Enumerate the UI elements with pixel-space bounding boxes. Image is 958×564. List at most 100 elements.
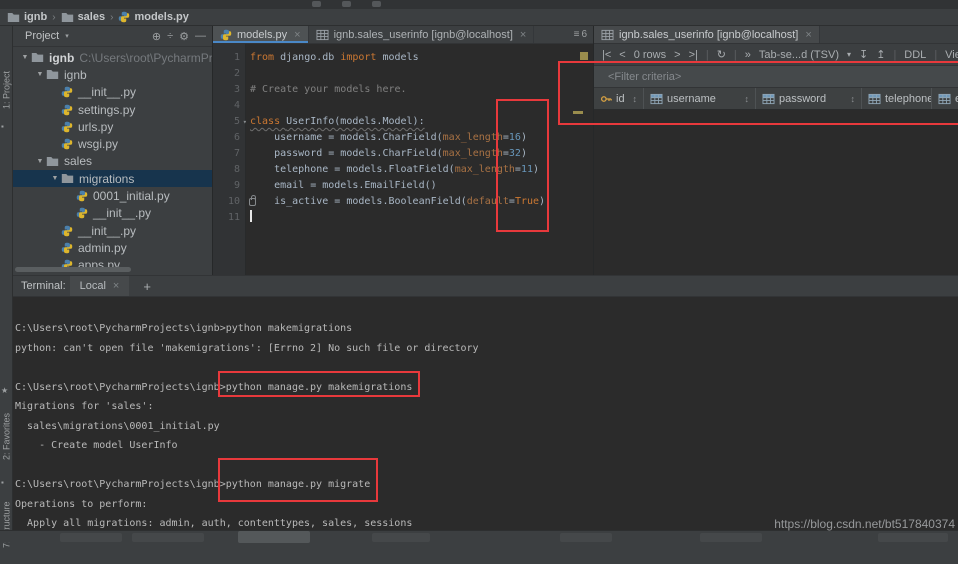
breadcrumb-item-models.py[interactable]: models.py (118, 11, 188, 23)
toolwindow-structure-button[interactable]: 7: Structure (0, 486, 13, 564)
code-line-9[interactable]: 9 email = models.EmailField() (213, 178, 593, 194)
tree-item-urls.py[interactable]: urls.py (13, 118, 212, 135)
collapse-all-icon[interactable]: ÷ (167, 30, 173, 42)
export-data-icon[interactable]: ↥ (876, 48, 885, 61)
tree-item-__init__.py[interactable]: __init__.py (13, 84, 212, 101)
folder-icon (61, 12, 74, 23)
sort-icon[interactable]: ↕ (851, 94, 856, 104)
toolwindow-button[interactable] (560, 533, 612, 542)
code-text: password = models.CharField(max_length=3… (246, 146, 527, 162)
python-file-icon (61, 86, 73, 98)
toolbar-blob (342, 1, 351, 7)
editor-tab-label: models.py (237, 29, 287, 41)
export-format-select[interactable]: Tab-se...d (TSV) (759, 49, 839, 61)
db-column-id[interactable]: id↕ (594, 88, 644, 109)
tree-expand-arrow-icon[interactable]: ▼ (19, 54, 31, 61)
tree-item-ignb[interactable]: ▼ ignb (13, 66, 212, 83)
inspection-indicator-icon[interactable] (580, 52, 588, 60)
code-line-1[interactable]: 1from django.db import models (213, 50, 593, 66)
terminal-output[interactable]: C:\Users\root\PycharmProjects\ignb>pytho… (13, 297, 958, 530)
terminal-tab-local[interactable]: Local × (70, 276, 130, 296)
tree-expand-arrow-icon[interactable]: ▼ (34, 158, 46, 165)
tree-item-0001_initial.py[interactable]: 0001_initial.py (13, 187, 212, 204)
code-line-8[interactable]: 8 telephone = models.FloatField(max_leng… (213, 162, 593, 178)
db-column-username[interactable]: username↕ (644, 88, 756, 109)
close-icon[interactable]: × (520, 29, 526, 41)
python-file-icon (61, 242, 73, 254)
tree-item-__init__.py[interactable]: __init__.py (13, 205, 212, 222)
close-icon[interactable]: × (113, 280, 119, 292)
toolwindow-button[interactable] (60, 533, 122, 542)
code-line-11[interactable]: 11 (213, 210, 593, 226)
editor-tab-db[interactable]: ignb.sales_userinfo [ignb@localhost]× (309, 26, 535, 43)
tree-item-ignb[interactable]: ▼ignbC:\Users\root\PycharmProjec (13, 49, 212, 66)
tree-item-__init__.py[interactable]: __init__.py (13, 222, 212, 239)
terminal-label: Terminal: (21, 280, 66, 292)
sort-icon[interactable]: ↕ (745, 94, 750, 104)
more-actions-icon[interactable]: » (745, 49, 751, 61)
terminal-line: Operations to perform: (15, 495, 958, 515)
tree-item-admin.py[interactable]: admin.py (13, 239, 212, 256)
column-icon (650, 93, 663, 105)
db-tab-sales-userinfo[interactable]: ignb.sales_userinfo [ignb@localhost]× (594, 26, 820, 43)
tree-item-wsgi.py[interactable]: wsgi.py (13, 135, 212, 152)
ddl-button[interactable]: DDL (904, 49, 926, 61)
code-area[interactable]: 1from django.db import models23# Create … (213, 44, 593, 275)
breadcrumb-item-ignb[interactable]: ignb (7, 11, 47, 23)
close-icon[interactable]: × (805, 29, 811, 41)
toolwindow-button[interactable] (372, 533, 430, 542)
code-line-5[interactable]: 5▾class UserInfo(models.Model): (213, 114, 593, 130)
tree-item-sales[interactable]: ▼sales (13, 153, 212, 170)
last-page-button[interactable]: >| (689, 49, 698, 61)
tree-item-migrations[interactable]: ▼ migrations (13, 170, 212, 187)
close-icon[interactable]: × (294, 29, 300, 41)
tree-item-path: C:\Users\root\PycharmProjec (79, 51, 213, 65)
locate-file-icon[interactable]: ⊕ (152, 30, 161, 43)
code-line-2[interactable]: 2 (213, 66, 593, 82)
import-data-icon[interactable]: ↧ (859, 48, 868, 61)
terminal-line (15, 456, 958, 476)
code-line-7[interactable]: 7 password = models.CharField(max_length… (213, 146, 593, 162)
db-column-password[interactable]: password↕ (756, 88, 862, 109)
hidden-tabs-menu[interactable]: ≡6 (568, 26, 593, 43)
project-panel-title[interactable]: Project (25, 30, 59, 42)
view-button[interactable]: View (945, 49, 958, 61)
toolwindow-button[interactable] (132, 533, 204, 542)
prev-page-button[interactable]: < (619, 49, 625, 61)
refresh-icon[interactable]: ↻ (717, 48, 726, 61)
tree-expand-arrow-icon[interactable]: ▼ (34, 71, 46, 78)
tree-item-label: wsgi.py (78, 137, 118, 151)
horizontal-scrollbar[interactable] (15, 267, 131, 272)
toolwindow-project-button[interactable]: 1: Project (0, 56, 13, 124)
chevron-down-icon[interactable]: ▾ (847, 50, 851, 59)
chevron-down-icon[interactable]: ▾ (65, 32, 69, 40)
code-line-3[interactable]: 3# Create your models here. (213, 82, 593, 98)
tree-item-settings.py[interactable]: settings.py (13, 101, 212, 118)
hide-panel-icon[interactable]: — (195, 30, 206, 42)
sort-icon[interactable]: ↕ (633, 94, 638, 104)
warning-stripe-mark[interactable] (573, 111, 583, 114)
gear-icon[interactable]: ⚙ (179, 30, 189, 43)
filter-criteria-input[interactable]: <Filter criteria> (608, 71, 681, 83)
tree-item-label: migrations (79, 172, 134, 186)
toolwindow-button[interactable] (700, 533, 762, 542)
tree-item-label: ignb (64, 68, 87, 82)
code-line-4[interactable]: 4 (213, 98, 593, 114)
code-line-6[interactable]: 6 username = models.CharField(max_length… (213, 130, 593, 146)
folder-icon (46, 156, 59, 167)
line-number: 2 (213, 66, 246, 82)
toolwindow-button-active[interactable] (238, 531, 310, 543)
db-column-telephone[interactable]: telephone↕ (862, 88, 932, 109)
first-page-button[interactable]: |< (602, 49, 611, 61)
line-number: 3 (213, 82, 246, 98)
code-line-10[interactable]: 10 is_active = models.BooleanField(defau… (213, 194, 593, 210)
db-column-e[interactable]: e↕ (932, 88, 958, 109)
editor-tab-models[interactable]: models.py × (213, 26, 309, 43)
tree-expand-arrow-icon[interactable]: ▼ (49, 175, 61, 182)
breadcrumb-item-sales[interactable]: sales (61, 11, 106, 23)
toolwindow-favorites-button[interactable]: 2: Favorites (0, 396, 13, 476)
next-page-button[interactable]: > (674, 49, 680, 61)
editor-tab-bar: models.py×ignb.sales_userinfo [ignb@loca… (213, 26, 593, 44)
toolwindow-button[interactable] (878, 533, 948, 542)
new-terminal-session-button[interactable]: + (133, 279, 161, 294)
